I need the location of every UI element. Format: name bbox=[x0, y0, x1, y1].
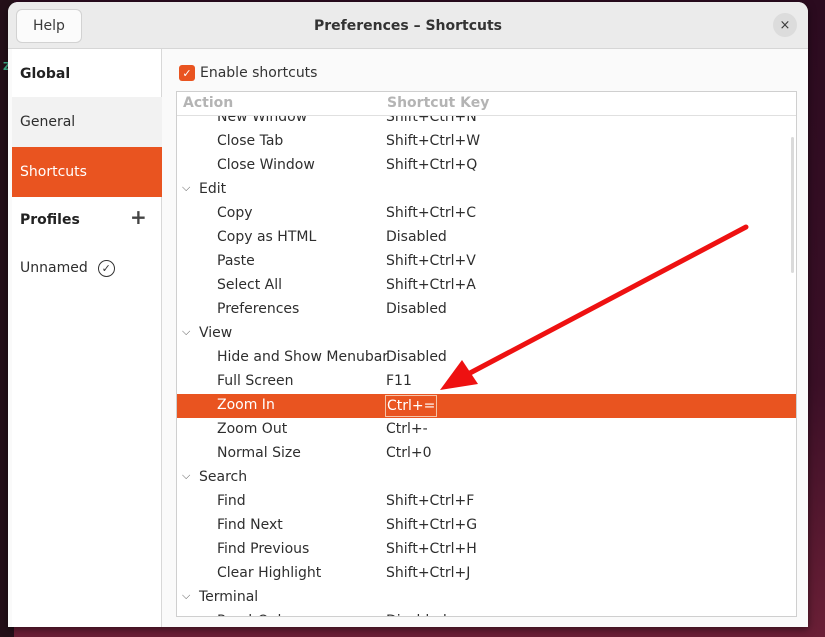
shortcut-key: Disabled bbox=[386, 349, 447, 365]
window-title: Preferences – Shortcuts bbox=[313, 17, 503, 34]
shortcut-key: Disabled bbox=[386, 301, 447, 317]
preferences-dialog: Help Preferences – Shortcuts × Global Ge… bbox=[8, 2, 808, 627]
action-label: Find Previous bbox=[217, 541, 310, 557]
add-profile-icon[interactable]: + bbox=[130, 207, 147, 227]
sidebar: Global General Shortcuts Profiles + Unna… bbox=[12, 49, 162, 627]
shortcut-key: Shift+Ctrl+H bbox=[386, 541, 477, 557]
enable-shortcuts-checkbox[interactable]: ✓ Enable shortcuts bbox=[179, 63, 317, 83]
tree-row[interactable]: Paste Shift+Ctrl+V bbox=[177, 250, 796, 274]
default-profile-check-icon: ✓ bbox=[97, 259, 115, 277]
action-label: Preferences bbox=[217, 301, 300, 317]
action-label: Search bbox=[199, 469, 248, 485]
sidebar-item-label: Shortcuts bbox=[20, 164, 87, 180]
action-label: Copy bbox=[217, 205, 253, 221]
tree-row[interactable]: Find Next Shift+Ctrl+G bbox=[177, 514, 796, 538]
shortcut-key: Shift+Ctrl+F bbox=[386, 493, 475, 509]
tree-row[interactable]: Close Tab Shift+Ctrl+W bbox=[177, 130, 796, 154]
chevron-down-icon[interactable]: ⌵ bbox=[182, 181, 190, 195]
action-label: Normal Size bbox=[217, 445, 301, 461]
shortcut-key: F11 bbox=[386, 373, 412, 389]
shortcut-key: Shift+Ctrl+G bbox=[386, 517, 478, 533]
action-label: Find Next bbox=[217, 517, 283, 533]
shortcut-key: Shift+Ctrl+C bbox=[386, 205, 476, 221]
action-label: Clear Highlight bbox=[217, 565, 322, 581]
tree-rows: New Window Shift+Ctrl+N Close Tab Shift+Ctr… bbox=[177, 106, 796, 616]
tree-row[interactable]: Read-Only Disabled bbox=[177, 610, 796, 616]
action-label: Hide and Show Menubar bbox=[217, 349, 389, 365]
sidebar-item-profile-unnamed[interactable]: Unnamed ✓ bbox=[12, 243, 162, 293]
action-label: Zoom In bbox=[217, 397, 275, 413]
action-label: Full Screen bbox=[217, 373, 294, 389]
shortcut-key: Shift+Ctrl+A bbox=[386, 277, 476, 293]
shortcuts-tree: Action Shortcut Key New Window Shift+Ctrl… bbox=[176, 91, 797, 617]
help-button[interactable]: Help bbox=[16, 9, 82, 43]
tree-row[interactable]: Normal Size Ctrl+0 bbox=[177, 442, 796, 466]
action-label: Zoom Out bbox=[217, 421, 288, 437]
action-label: Paste bbox=[217, 253, 255, 269]
tree-row[interactable]: Select All Shift+Ctrl+A bbox=[177, 274, 796, 298]
shortcut-key: Shift+Ctrl+V bbox=[386, 253, 476, 269]
action-label: Close Tab bbox=[217, 133, 284, 149]
close-icon: × bbox=[779, 17, 791, 33]
sidebar-header-global: Global bbox=[20, 66, 71, 82]
enable-shortcuts-label: Enable shortcuts bbox=[200, 65, 318, 81]
action-label: Close Window bbox=[217, 157, 315, 173]
tree-group-row[interactable]: ⌵ Edit bbox=[177, 178, 796, 202]
vertical-scrollbar[interactable] bbox=[791, 137, 794, 273]
chevron-down-icon[interactable]: ⌵ bbox=[182, 325, 190, 339]
tree-row[interactable]: Copy Shift+Ctrl+C bbox=[177, 202, 796, 226]
shortcut-key: Shift+Ctrl+J bbox=[386, 565, 471, 581]
tree-row[interactable]: Clear Highlight Shift+Ctrl+J bbox=[177, 562, 796, 586]
shortcut-key: Disabled bbox=[386, 613, 447, 616]
shortcut-key: Disabled bbox=[386, 229, 447, 245]
tree-group-row[interactable]: ⌵ Search bbox=[177, 466, 796, 490]
tree-row[interactable]: Full Screen F11 bbox=[177, 370, 796, 394]
action-label: Copy as HTML bbox=[217, 229, 317, 245]
action-label: Read-Only bbox=[217, 613, 290, 616]
close-button[interactable]: × bbox=[773, 13, 797, 37]
action-label: View bbox=[199, 325, 233, 341]
tree-row[interactable]: Zoom In Ctrl+= bbox=[177, 394, 796, 418]
sidebar-item-general[interactable]: General bbox=[12, 97, 162, 147]
tree-row[interactable]: Zoom Out Ctrl+- bbox=[177, 418, 796, 442]
action-label: Edit bbox=[199, 181, 227, 197]
action-label: Find bbox=[217, 493, 246, 509]
sidebar-item-shortcuts[interactable]: Shortcuts bbox=[12, 147, 162, 197]
sidebar-item-label: General bbox=[20, 114, 76, 130]
shortcut-key: Ctrl+- bbox=[386, 421, 428, 437]
tree-row[interactable]: Find Shift+Ctrl+F bbox=[177, 490, 796, 514]
sidebar-item-label: Unnamed bbox=[20, 260, 88, 276]
action-label: Select All bbox=[217, 277, 282, 293]
tree-group-row[interactable]: ⌵ View bbox=[177, 322, 796, 346]
tree-row[interactable]: Close Window Shift+Ctrl+Q bbox=[177, 154, 796, 178]
tree-row[interactable]: Preferences Disabled bbox=[177, 298, 796, 322]
tree-group-row[interactable]: ⌵ Terminal bbox=[177, 586, 796, 610]
checkbox-checked-icon: ✓ bbox=[179, 65, 195, 81]
shortcut-key: Ctrl+0 bbox=[386, 445, 432, 461]
shortcut-key: Shift+Ctrl+W bbox=[386, 133, 481, 149]
shortcut-key-editor[interactable]: Ctrl+= bbox=[385, 395, 438, 417]
profiles-label: Profiles bbox=[20, 212, 80, 228]
sidebar-header-profiles: Profiles + bbox=[12, 195, 162, 245]
shortcuts-panel: ✓ Enable shortcuts Action Shortcut Key N… bbox=[163, 49, 808, 627]
chevron-down-icon[interactable]: ⌵ bbox=[182, 589, 190, 603]
action-label: Terminal bbox=[199, 589, 259, 605]
column-header-shortcut-key[interactable]: Shortcut Key bbox=[387, 95, 489, 111]
tree-row[interactable]: Copy as HTML Disabled bbox=[177, 226, 796, 250]
tree-row[interactable]: Hide and Show Menubar Disabled bbox=[177, 346, 796, 370]
tree-row[interactable]: Find Previous Shift+Ctrl+H bbox=[177, 538, 796, 562]
title-bar: Help Preferences – Shortcuts × bbox=[8, 2, 808, 49]
shortcut-key: Shift+Ctrl+Q bbox=[386, 157, 478, 173]
column-header-action[interactable]: Action bbox=[183, 95, 233, 111]
tree-header: Action Shortcut Key bbox=[177, 92, 796, 116]
chevron-down-icon[interactable]: ⌵ bbox=[182, 469, 190, 483]
